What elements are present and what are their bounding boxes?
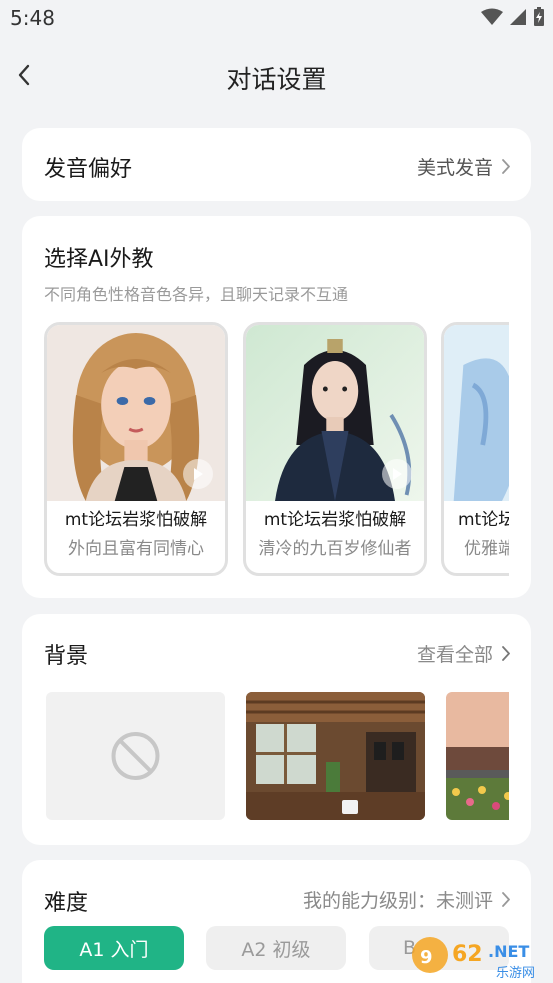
level-button-a1[interactable]: A1 入门 <box>44 926 184 970</box>
watermark-logo: 9 62 .NET 乐游网 <box>408 933 553 983</box>
tutor-name: mt论坛岩浆怕破解 <box>64 510 208 530</box>
status-bar: 5:48 <box>0 0 553 38</box>
pronunciation-value: 美式发音 <box>416 157 493 179</box>
tutor-description: 清冷的九百岁修仙者 <box>258 539 412 559</box>
pronunciation-value-link[interactable]: 美式发音 <box>417 153 511 180</box>
ability-level-link[interactable]: 我的能力级别：未测评 <box>303 886 511 913</box>
play-icon <box>194 468 203 480</box>
cafe-scene-image <box>246 692 425 820</box>
railway-flowers-image <box>446 692 509 820</box>
svg-text:9: 9 <box>420 947 433 968</box>
level-label: A1 入门 <box>79 938 149 961</box>
no-background-icon <box>111 732 160 780</box>
svg-text:62: 62 <box>452 942 483 967</box>
level-label: A2 初级 <box>241 938 311 961</box>
play-icon <box>393 468 402 480</box>
tutor-option[interactable]: mt论坛岩浆怕破解 外向且富有同情心 <box>44 322 228 576</box>
background-card: 背景 查看全部 <box>22 614 531 845</box>
watermark-image: 9 62 .NET 乐游网 <box>412 937 535 981</box>
tutor-name: mt论坛 <box>458 510 509 530</box>
signal-icon <box>510 9 526 25</box>
pronunciation-card[interactable]: 发音偏好 美式发音 <box>22 128 531 201</box>
tutor-option[interactable]: mt论坛岩浆怕破解 清冷的九百岁修仙者 <box>243 322 427 576</box>
header: 对话设置 <box>0 50 553 102</box>
view-all-backgrounds-link[interactable]: 查看全部 <box>417 640 511 667</box>
tutor-section-subtitle: 不同角色性格音色各异，且聊天记录不互通 <box>44 285 349 304</box>
level-button-a2[interactable]: A2 初级 <box>206 926 346 970</box>
tutor-option[interactable]: mt论坛 优雅端 <box>441 322 509 576</box>
play-voice-button[interactable] <box>183 459 213 489</box>
svg-text:乐游网: 乐游网 <box>496 966 535 981</box>
pronunciation-label: 发音偏好 <box>44 157 133 182</box>
chevron-right-icon <box>502 892 510 907</box>
background-option-none[interactable] <box>46 692 225 820</box>
tutor-section-title: 选择AI外教 <box>44 247 154 272</box>
chevron-right-icon <box>502 159 510 174</box>
wifi-icon <box>481 8 503 25</box>
background-carousel[interactable] <box>46 692 509 822</box>
tutor-name: mt论坛岩浆怕破解 <box>263 510 407 530</box>
status-icons <box>481 7 545 27</box>
view-all-label: 查看全部 <box>416 644 493 666</box>
status-time: 5:48 <box>10 6 55 30</box>
difficulty-section-title: 难度 <box>44 891 89 916</box>
tutor-carousel[interactable]: mt论坛岩浆怕破解 外向且富有同情心 mt论坛岩浆怕破解 清冷的九百岁修仙者 m… <box>44 322 509 578</box>
battery-icon <box>534 7 544 26</box>
background-option-cafe[interactable] <box>246 692 425 820</box>
tutor-description: 外向且富有同情心 <box>68 539 204 559</box>
background-section-title: 背景 <box>44 644 89 669</box>
svg-text:.NET: .NET <box>488 942 529 961</box>
page-title: 对话设置 <box>226 65 327 94</box>
tutor-avatar-elegant <box>444 325 509 501</box>
tutor-card: 选择AI外教 不同角色性格音色各异，且聊天记录不互通 mt论坛岩浆怕破解 外向且… <box>22 216 531 598</box>
tutor-description: 优雅端 <box>464 539 509 559</box>
chevron-right-icon <box>502 646 510 661</box>
ability-level-text: 我的能力级别：未测评 <box>302 890 493 912</box>
play-voice-button[interactable] <box>382 459 412 489</box>
background-option-railway[interactable] <box>446 692 509 820</box>
